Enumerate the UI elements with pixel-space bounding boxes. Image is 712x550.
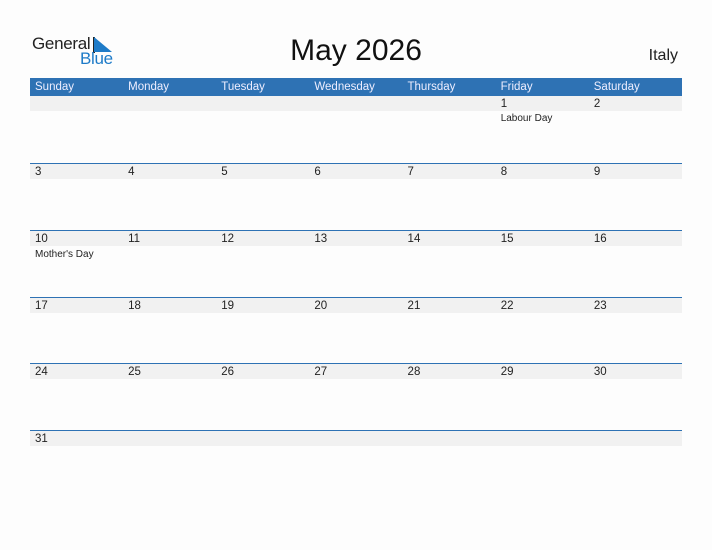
day-cell: 22 [496,297,589,364]
day-number: 18 [128,300,141,312]
day-cell: 29 [496,363,589,430]
day-cell: 30 [589,363,682,430]
day-number: 7 [407,166,414,178]
day-number: 5 [221,166,228,178]
day-number: 16 [593,233,607,245]
day-number: 8 [500,166,508,178]
day-number: 11 [128,233,141,245]
day-number: 27 [314,366,328,378]
day-cell: 27 [309,363,402,430]
weekday-sunday: Sunday [35,81,75,93]
day-number: 21 [407,300,421,312]
day-cell: 12 [216,230,309,297]
day-cell: 6 [309,163,402,230]
weekday-thursday: Thursday [407,81,456,93]
week-row: 17 18 19 20 21 22 23 [30,297,682,364]
day-number: 9 [593,166,601,178]
day-cell: 13 [309,230,402,297]
day-number: 26 [221,366,235,378]
week-row: 1 Labour Day 2 [30,96,682,163]
weekday-monday: Monday [128,81,170,93]
week-row: 10 Mother's Day 11 12 13 14 15 16 [30,230,682,297]
day-number: 31 [35,433,48,445]
weekday-friday: Friday [500,81,533,93]
day-number: 6 [314,166,321,178]
day-cell: 1 Labour Day [496,96,589,163]
day-number: 15 [500,233,514,245]
day-number: 30 [593,366,607,378]
weekday-tuesday: Tuesday [221,81,265,93]
day-cell: 8 [496,163,589,230]
day-cell [589,430,682,497]
day-cell: 15 [496,230,589,297]
day-number: 20 [314,300,328,312]
day-cell: 7 [403,163,496,230]
day-cell [123,430,216,497]
day-cell: 21 [403,297,496,364]
day-cell [403,430,496,497]
day-cell: 14 [403,230,496,297]
day-number: 12 [221,233,235,245]
day-number: 17 [35,300,48,312]
day-cell [309,430,402,497]
day-cell: 26 [216,363,309,430]
day-number: 10 [35,233,48,245]
day-cell [30,96,123,163]
day-cell [496,430,589,497]
holiday-label: Mother's Day [35,249,94,260]
day-cell: 19 [216,297,309,364]
day-cell: 24 [30,363,123,430]
day-cell: 10 Mother's Day [30,230,123,297]
day-cell: 3 [30,163,123,230]
day-cell: 31 [30,430,123,497]
day-number: 4 [128,166,135,178]
day-cell [216,96,309,163]
day-number: 23 [593,300,607,312]
day-number: 22 [500,300,514,312]
day-cell: 28 [403,363,496,430]
day-cell: 9 [589,163,682,230]
week-row: 3 4 5 6 7 8 9 [30,163,682,230]
day-cell: 23 [589,297,682,364]
calendar-title: May 2026 [290,34,422,67]
weekday-header: Sunday Monday Tuesday Wednesday Thursday… [30,78,682,96]
day-cell: 17 [30,297,123,364]
day-number: 1 [500,98,508,110]
day-cell: 25 [123,363,216,430]
day-cell: 4 [123,163,216,230]
day-cell: 18 [123,297,216,364]
day-number: 29 [500,366,514,378]
day-cell: 16 [589,230,682,297]
day-number: 14 [407,233,421,245]
day-cell: 20 [309,297,402,364]
day-cell [403,96,496,163]
day-number: 28 [407,366,421,378]
day-cell [309,96,402,163]
weekday-wednesday: Wednesday [314,81,375,93]
week-row: 24 25 26 27 28 29 30 [30,363,682,430]
day-number: 24 [35,366,48,378]
country-label: Italy [648,47,678,64]
day-cell: 5 [216,163,309,230]
day-cell: 11 [123,230,216,297]
day-cell: 2 [589,96,682,163]
day-cell [216,430,309,497]
holiday-label: Labour Day [500,113,553,124]
day-number: 25 [128,366,141,378]
weekday-saturday: Saturday [593,81,640,93]
week-row: 31 [30,430,682,497]
day-cell [123,96,216,163]
day-number: 13 [314,233,328,245]
day-number: 19 [221,300,235,312]
day-number: 2 [593,98,601,110]
day-number: 3 [35,166,42,178]
